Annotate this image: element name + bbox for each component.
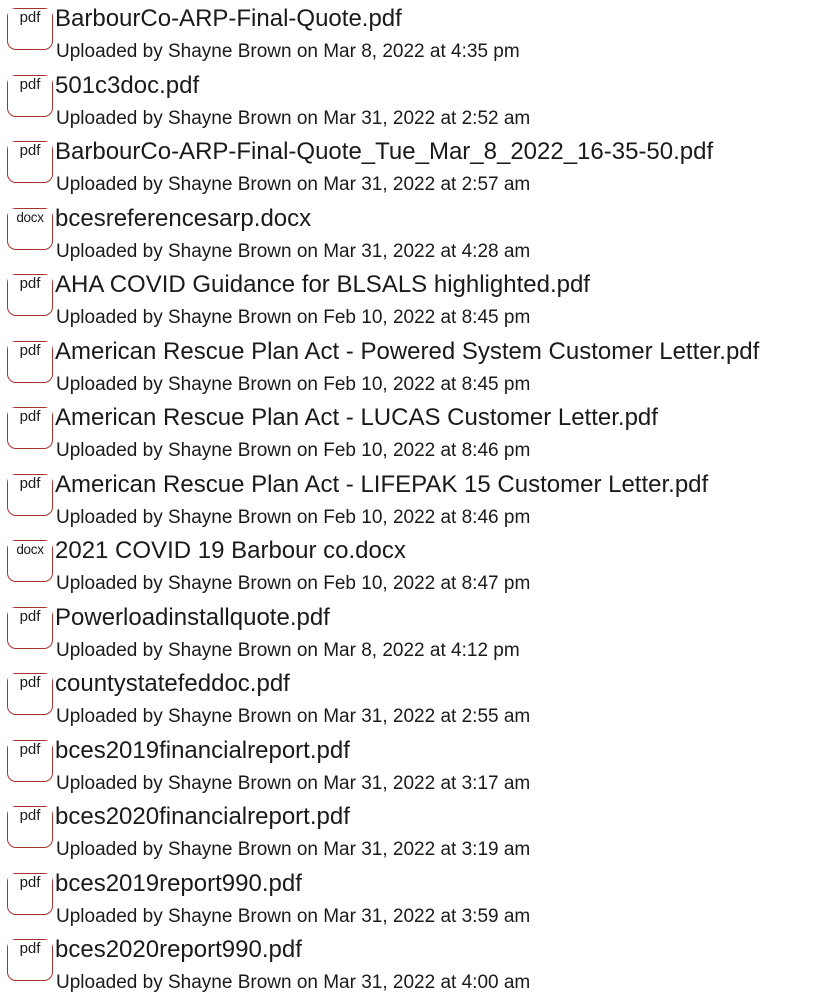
- upload-info: Uploaded by Shayne Brown on Feb 10, 2022…: [56, 506, 531, 528]
- pdf-file-icon: pdf: [7, 141, 53, 183]
- file-row[interactable]: pdf Powerloadinstallquote.pdf Uploaded b…: [0, 599, 833, 666]
- file-row[interactable]: pdf American Rescue Plan Act - LUCAS Cus…: [0, 399, 833, 466]
- file-row[interactable]: pdf bces2020report990.pdf Uploaded by Sh…: [0, 931, 833, 998]
- upload-info: Uploaded by Shayne Brown on Mar 31, 2022…: [56, 174, 531, 195]
- file-row[interactable]: docx 2021 COVID 19 Barbour co.docx Uploa…: [0, 532, 833, 599]
- pdf-file-icon: pdf: [7, 606, 53, 649]
- file-name-link[interactable]: 2021 COVID 19 Barbour co.docx: [55, 536, 408, 566]
- file-row[interactable]: docx bcesreferencesarp.docx Uploaded by …: [0, 200, 833, 267]
- file-type-label: pdf: [8, 873, 52, 892]
- upload-info: Uploaded by Shayne Brown on Feb 10, 2022…: [56, 307, 531, 328]
- file-name-link[interactable]: countystatefeddoc.pdf: [55, 669, 292, 699]
- file-name-link[interactable]: 501c3doc.pdf: [55, 70, 202, 101]
- upload-info: Uploaded by Shayne Brown on Mar 31, 2022…: [56, 839, 531, 860]
- pdf-file-icon: pdf: [7, 8, 53, 50]
- file-row[interactable]: pdf BarbourCo-ARP-Final-Quote.pdf Upload…: [0, 0, 833, 67]
- pdf-file-icon: pdf: [7, 340, 53, 383]
- upload-info: Uploaded by Shayne Brown on Mar 8, 2022 …: [56, 41, 520, 62]
- file-type-label: docx: [8, 208, 52, 227]
- pdf-file-icon: pdf: [7, 872, 53, 915]
- file-name-link[interactable]: bcesreferencesarp.docx: [55, 203, 314, 234]
- file-type-label: pdf: [8, 142, 52, 160]
- file-type-label: pdf: [8, 807, 52, 825]
- file-type-label: pdf: [8, 9, 52, 27]
- file-type-label: pdf: [8, 940, 52, 958]
- file-row[interactable]: pdf bces2019financialreport.pdf Uploaded…: [0, 732, 833, 799]
- file-name-link[interactable]: bces2019financialreport.pdf: [55, 735, 352, 766]
- upload-info: Uploaded by Shayne Brown on Mar 31, 2022…: [56, 107, 531, 129]
- upload-info: Uploaded by Shayne Brown on Mar 31, 2022…: [56, 772, 531, 794]
- docx-file-icon: docx: [7, 207, 53, 250]
- upload-info: Uploaded by Shayne Brown on Mar 8, 2022 …: [56, 639, 520, 661]
- file-row[interactable]: pdf countystatefeddoc.pdf Uploaded by Sh…: [0, 665, 833, 732]
- pdf-file-icon: pdf: [7, 806, 53, 848]
- file-name-link[interactable]: American Rescue Plan Act - LUCAS Custome…: [55, 403, 660, 433]
- pdf-file-icon: pdf: [7, 407, 53, 449]
- pdf-file-icon: pdf: [7, 673, 53, 715]
- file-name-link[interactable]: American Rescue Plan Act - LIFEPAK 15 Cu…: [55, 469, 711, 500]
- file-type-label: pdf: [8, 474, 52, 493]
- upload-info: Uploaded by Shayne Brown on Feb 10, 2022…: [56, 440, 531, 461]
- file-list: pdf BarbourCo-ARP-Final-Quote.pdf Upload…: [0, 0, 833, 998]
- file-type-label: pdf: [8, 341, 52, 360]
- file-type-label: pdf: [8, 75, 52, 94]
- file-type-label: pdf: [8, 674, 52, 692]
- file-type-label: pdf: [8, 607, 52, 626]
- file-row[interactable]: pdf American Rescue Plan Act - LIFEPAK 1…: [0, 466, 833, 533]
- upload-info: Uploaded by Shayne Brown on Mar 31, 2022…: [56, 706, 531, 727]
- file-name-link[interactable]: bces2019report990.pdf: [55, 868, 304, 899]
- pdf-file-icon: pdf: [7, 473, 53, 516]
- file-row[interactable]: pdf American Rescue Plan Act - Powered S…: [0, 333, 833, 400]
- file-name-link[interactable]: BarbourCo-ARP-Final-Quote.pdf: [55, 4, 404, 34]
- file-type-label: docx: [8, 541, 52, 559]
- upload-info: Uploaded by Shayne Brown on Mar 31, 2022…: [56, 240, 531, 262]
- pdf-file-icon: pdf: [7, 939, 53, 981]
- file-row[interactable]: pdf BarbourCo-ARP-Final-Quote_Tue_Mar_8_…: [0, 133, 833, 200]
- upload-info: Uploaded by Shayne Brown on Mar 31, 2022…: [56, 905, 531, 927]
- pdf-file-icon: pdf: [7, 739, 53, 782]
- file-name-link[interactable]: American Rescue Plan Act - Powered Syste…: [55, 336, 762, 367]
- file-name-link[interactable]: AHA COVID Guidance for BLSALS highlighte…: [55, 270, 592, 300]
- pdf-file-icon: pdf: [7, 74, 53, 117]
- file-name-link[interactable]: Powerloadinstallquote.pdf: [55, 602, 332, 633]
- upload-info: Uploaded by Shayne Brown on Feb 10, 2022…: [56, 573, 531, 594]
- docx-file-icon: docx: [7, 540, 53, 582]
- file-type-label: pdf: [8, 408, 52, 426]
- upload-info: Uploaded by Shayne Brown on Feb 10, 2022…: [56, 373, 531, 395]
- file-row[interactable]: pdf bces2020financialreport.pdf Uploaded…: [0, 798, 833, 865]
- upload-info: Uploaded by Shayne Brown on Mar 31, 2022…: [56, 972, 531, 993]
- file-type-label: pdf: [8, 275, 52, 293]
- pdf-file-icon: pdf: [7, 274, 53, 316]
- file-name-link[interactable]: BarbourCo-ARP-Final-Quote_Tue_Mar_8_2022…: [55, 137, 716, 167]
- file-row[interactable]: pdf AHA COVID Guidance for BLSALS highli…: [0, 266, 833, 333]
- file-name-link[interactable]: bces2020financialreport.pdf: [55, 802, 352, 832]
- file-type-label: pdf: [8, 740, 52, 759]
- file-row[interactable]: pdf bces2019report990.pdf Uploaded by Sh…: [0, 865, 833, 932]
- file-name-link[interactable]: bces2020report990.pdf: [55, 935, 304, 965]
- file-row[interactable]: pdf 501c3doc.pdf Uploaded by Shayne Brow…: [0, 67, 833, 134]
